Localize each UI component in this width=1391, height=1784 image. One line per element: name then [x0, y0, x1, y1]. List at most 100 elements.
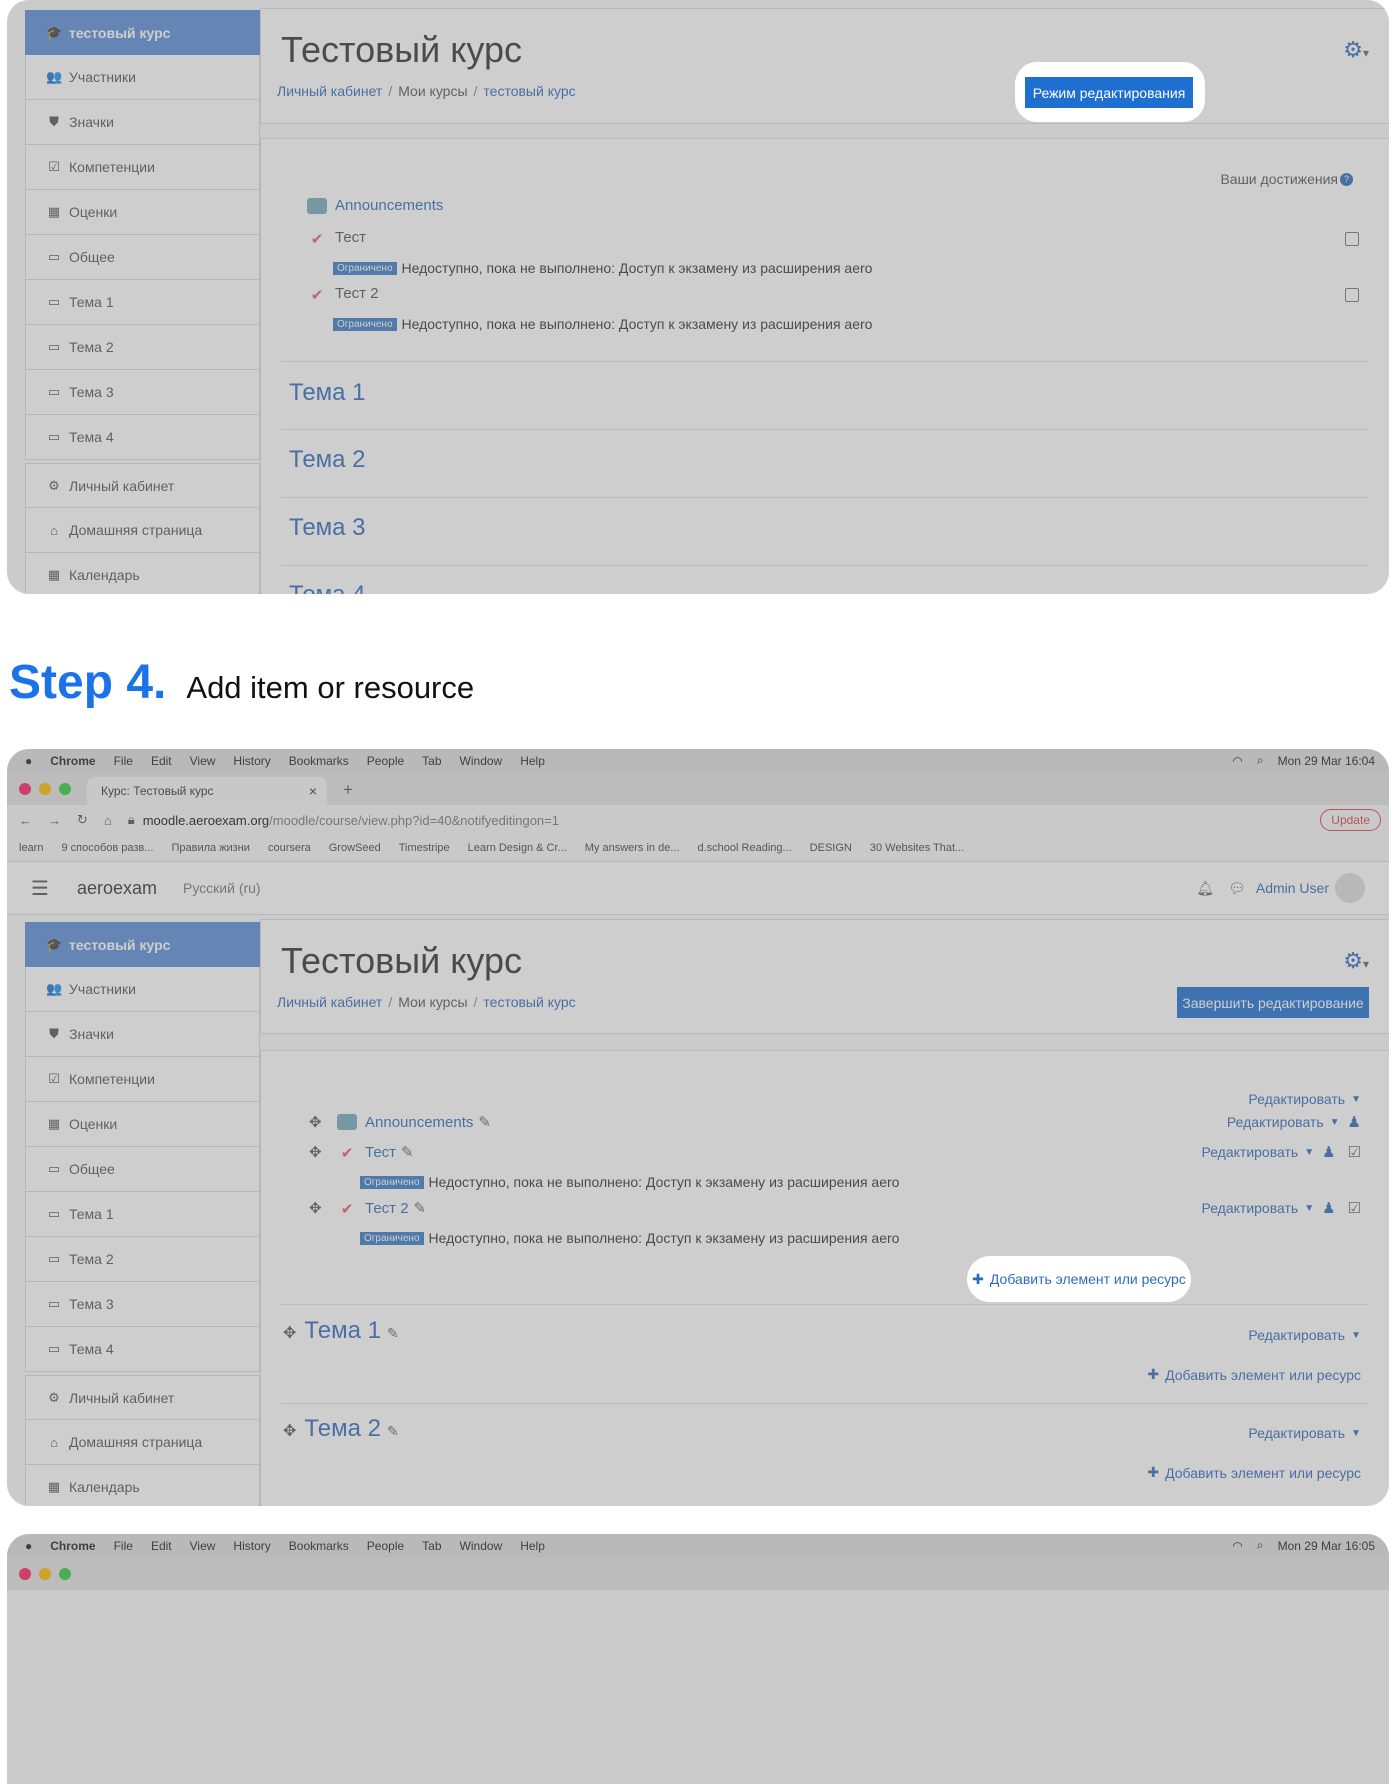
breadcrumb-course[interactable]: тестовый курс [483, 83, 575, 99]
sidebar-item[interactable]: 🎓 тестовый курс [25, 10, 260, 55]
menu-window[interactable]: Window [460, 754, 503, 768]
menu-help[interactable]: Help [520, 754, 545, 768]
bookmark-item[interactable]: Правила жизни [171, 842, 250, 854]
activity-announcements[interactable]: Announcements [307, 197, 443, 214]
menu-people[interactable]: People [367, 1539, 404, 1553]
edit-title-icon[interactable]: ✎ [387, 1423, 399, 1439]
move-icon[interactable]: ✥ [309, 1113, 329, 1131]
edit-mode-button[interactable]: Режим редактирования [1025, 77, 1193, 108]
sidebar-item[interactable]: ▭ Общее [25, 235, 260, 280]
sidebar-item[interactable]: 🎓 тестовый курс [25, 922, 260, 967]
sidebar-item[interactable]: ▭ Тема 1 [25, 1192, 260, 1237]
move-icon[interactable]: ✥ [283, 1325, 296, 1342]
move-icon[interactable]: ✥ [309, 1143, 329, 1161]
edit-menu-label[interactable]: Редактировать [1248, 1425, 1345, 1441]
activity-test-2[interactable]: ✥ ✔ Тест 2 ✎ [309, 1199, 426, 1219]
menu-edit[interactable]: Edit [151, 754, 172, 768]
sidebar-item[interactable]: ▦ Оценки [25, 190, 260, 235]
sidebar-item[interactable]: ▭ Тема 2 [25, 325, 260, 370]
sidebar-item[interactable]: ▭ Тема 1 [25, 280, 260, 325]
sidebar-item[interactable]: ⌂ Домашняя страница [25, 508, 260, 553]
menu-bookmarks[interactable]: Bookmarks [289, 1539, 349, 1553]
topic-heading[interactable]: Тема 1 [289, 379, 366, 407]
activity-test[interactable]: ✥ ✔ Тест ✎ [309, 1143, 414, 1163]
edit-menu-label[interactable]: Редактировать [1227, 1114, 1324, 1130]
menu-file[interactable]: File [114, 1539, 133, 1553]
user-icon[interactable]: ♟ [1322, 1199, 1335, 1217]
menu-icon[interactable]: ☰ [31, 876, 49, 901]
section-edit-menu[interactable]: Редактировать ▼ [1248, 1327, 1361, 1343]
menu-chrome[interactable]: Chrome [50, 754, 95, 768]
search-icon[interactable]: ⌕ [1257, 753, 1264, 768]
sidebar-item[interactable]: ⌂ Домашняя страница [25, 1420, 260, 1465]
user-name[interactable]: Admin User [1256, 880, 1329, 896]
gear-icon[interactable]: ⚙▾ [1343, 37, 1369, 63]
browser-tab[interactable]: Курс: Тестовый курс × [87, 777, 327, 805]
add-resource-link[interactable]: ✚ Добавить элемент или ресурс [1147, 1464, 1361, 1481]
gear-icon[interactable]: ⚙▾ [1343, 948, 1369, 974]
sidebar-item[interactable]: ▭ Тема 4 [25, 415, 260, 460]
sidebar-item[interactable]: ▦ Календарь [25, 553, 260, 594]
user-icon[interactable]: ♟ [1348, 1113, 1361, 1131]
new-tab-icon[interactable]: + [343, 780, 353, 800]
sidebar-item[interactable]: ▭ Общее [25, 1147, 260, 1192]
menu-history[interactable]: History [233, 754, 270, 768]
activity-edit-menu[interactable]: Редактировать ▼ ♟ ☑ [1201, 1143, 1361, 1161]
activity-announcements[interactable]: ✥ Announcements ✎ [309, 1113, 491, 1132]
topic-heading[interactable]: Тема 4 [289, 581, 366, 594]
bookmark-item[interactable]: learn [19, 842, 43, 854]
completion-checkbox[interactable] [1345, 232, 1359, 246]
site-name[interactable]: aeroexam [77, 878, 157, 899]
sidebar-item[interactable]: ▭ Тема 4 [25, 1327, 260, 1372]
sidebar-item[interactable]: 👥 Участники [25, 967, 260, 1012]
edit-title-icon[interactable]: ✎ [387, 1325, 399, 1341]
user-icon[interactable]: ♟ [1322, 1143, 1335, 1161]
topic-heading[interactable]: Тема 2 [289, 446, 366, 474]
wifi-icon[interactable]: ◠ [1232, 754, 1242, 768]
bell-icon[interactable]: 🔔︎ [1196, 880, 1214, 897]
move-icon[interactable]: ✥ [283, 1423, 296, 1440]
add-resource-label[interactable]: Добавить элемент или ресурс [1165, 1367, 1361, 1383]
menu-tab[interactable]: Tab [422, 754, 441, 768]
menu-view[interactable]: View [190, 754, 216, 768]
breadcrumb-course[interactable]: тестовый курс [483, 994, 575, 1010]
breadcrumb-dashboard[interactable]: Личный кабинет [277, 994, 382, 1010]
activity-link[interactable]: Announcements [365, 1114, 473, 1131]
activity-link[interactable]: Тест 2 [365, 1200, 409, 1217]
home-icon[interactable]: ⌂ [104, 813, 112, 828]
sidebar-item[interactable]: ▭ Тема 2 [25, 1237, 260, 1282]
menu-chrome[interactable]: Chrome [50, 1539, 95, 1553]
search-icon[interactable]: ⌕ [1257, 1538, 1264, 1553]
bookmark-item[interactable]: coursera [268, 842, 311, 854]
wifi-icon[interactable]: ◠ [1232, 1539, 1242, 1553]
edit-title-icon[interactable]: ✎ [478, 1113, 491, 1131]
breadcrumb-dashboard[interactable]: Личный кабинет [277, 83, 382, 99]
close-icon[interactable]: × [309, 783, 317, 799]
bookmark-item[interactable]: Learn Design & Cr... [468, 842, 567, 854]
topic-heading[interactable]: ✥ Тема 2 ✎ [283, 1415, 399, 1443]
add-resource-label[interactable]: Добавить элемент или ресурс [1165, 1465, 1361, 1481]
section-edit-menu[interactable]: Редактировать ▼ [1248, 1425, 1361, 1441]
address-bar[interactable]: ← → ↻ ⌂ 🔒︎ moodle.aeroexam.org/moodle/co… [7, 805, 1389, 835]
bookmark-item[interactable]: 30 Websites That... [870, 842, 964, 854]
chat-icon[interactable]: 💬︎ [1228, 880, 1246, 897]
apple-icon[interactable]: ● [25, 754, 32, 768]
sidebar-item[interactable]: ⚙ Личный кабинет [25, 1375, 260, 1420]
activity-edit-menu[interactable]: Редактировать ▼ ♟ [1227, 1113, 1361, 1131]
topic-heading[interactable]: Тема 3 [289, 514, 366, 542]
edit-menu-label[interactable]: Редактировать [1248, 1327, 1345, 1343]
activity-link[interactable]: Тест 2 [335, 285, 379, 302]
add-resource-link[interactable]: ✚ Добавить элемент или ресурс [1147, 1366, 1361, 1383]
menu-help[interactable]: Help [520, 1539, 545, 1553]
help-icon[interactable]: ? [1340, 172, 1353, 186]
menu-people[interactable]: People [367, 754, 404, 768]
bookmark-item[interactable]: d.school Reading... [698, 842, 792, 854]
bookmark-item[interactable]: My answers in de... [585, 842, 680, 854]
activity-link[interactable]: Announcements [335, 197, 443, 214]
bookmark-item[interactable]: Timestripe [399, 842, 450, 854]
bookmark-item[interactable]: 9 способов разв... [61, 842, 153, 854]
sidebar-item[interactable]: ▭ Тема 3 [25, 1282, 260, 1327]
apple-icon[interactable]: ● [25, 1539, 32, 1553]
sidebar-item[interactable]: 👥 Участники [25, 55, 260, 100]
section-edit-menu[interactable]: Редактировать ▼ [1248, 1091, 1361, 1107]
